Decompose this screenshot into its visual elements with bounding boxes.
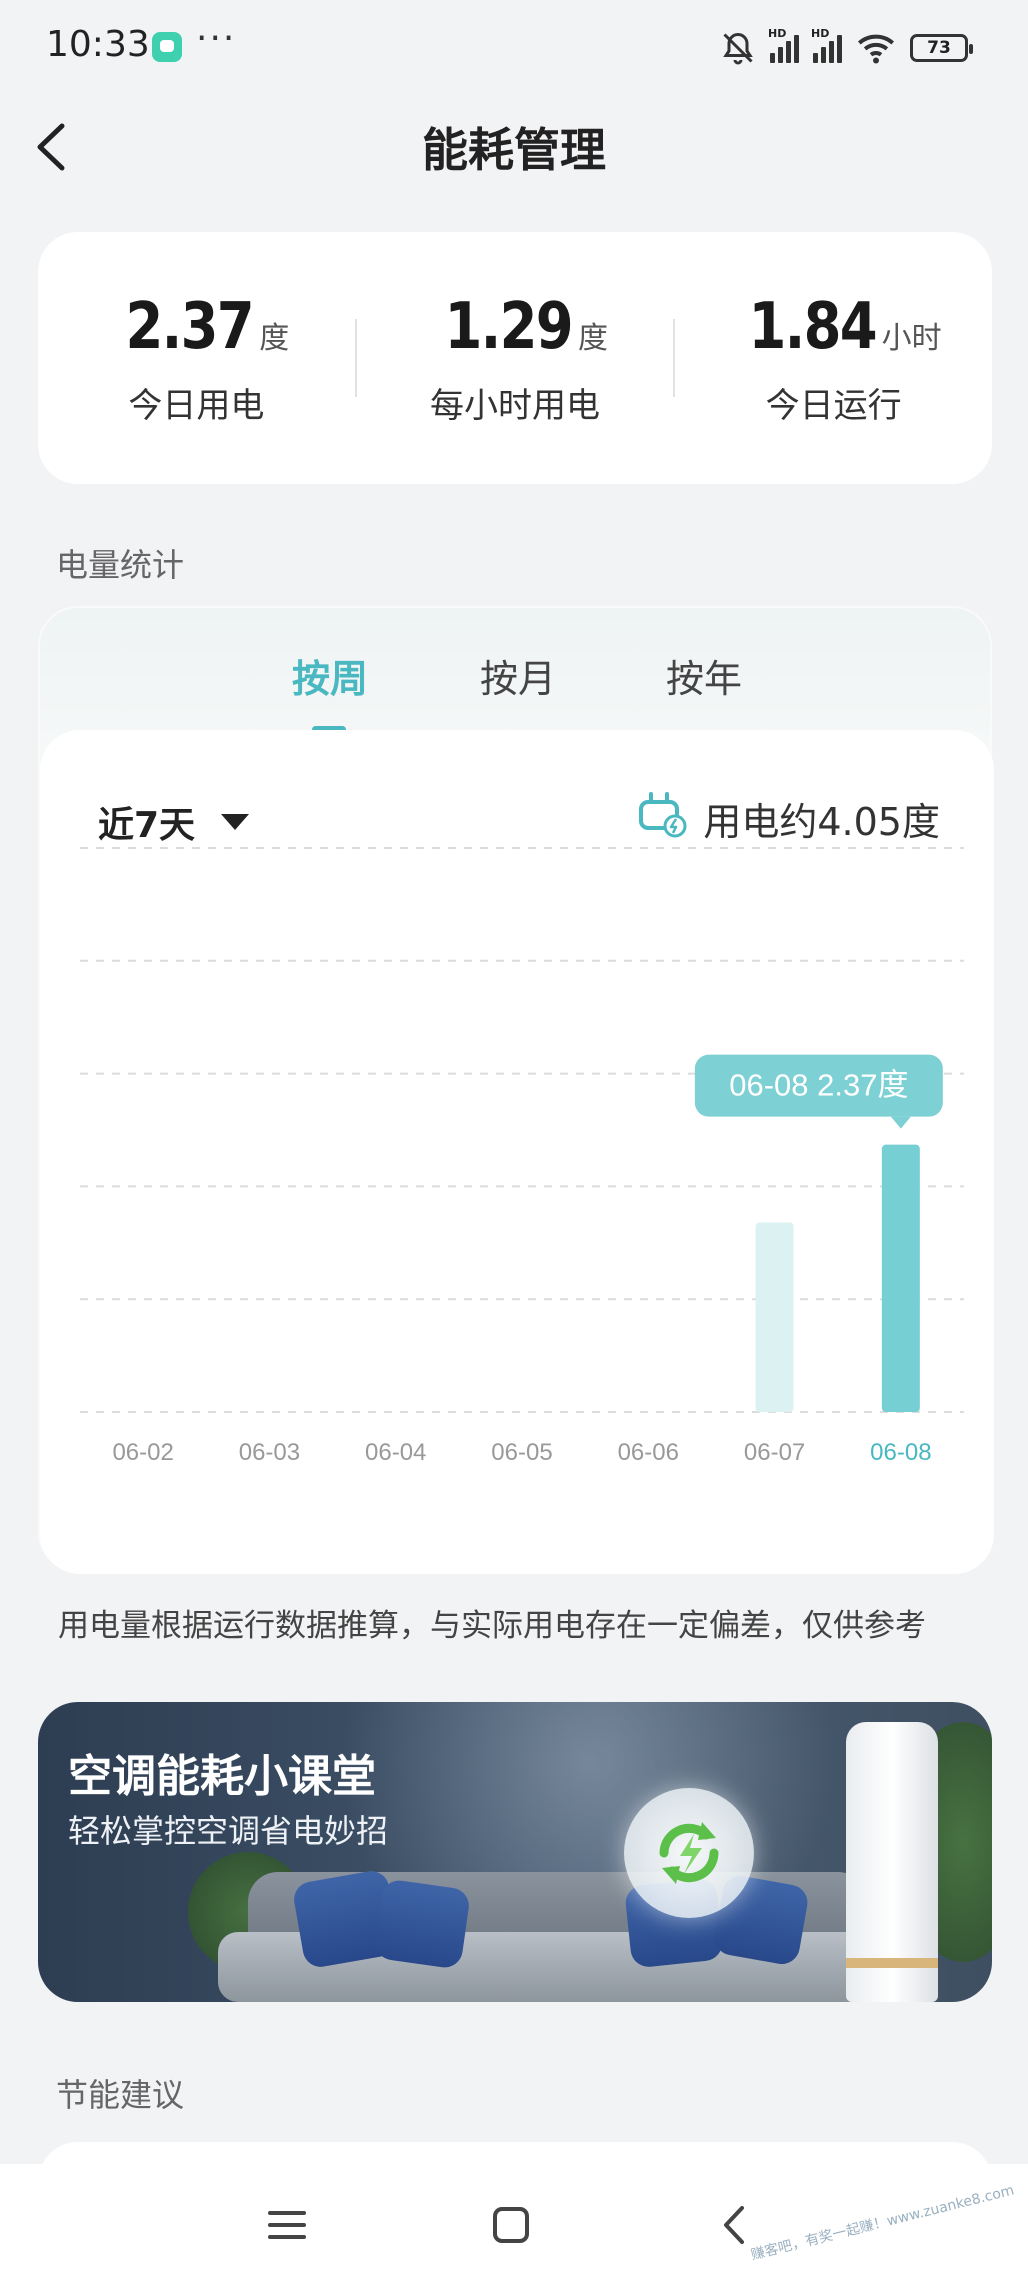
bar-06-07[interactable] [755,1222,794,1412]
stat-unit: 度 [259,320,290,356]
chart-card: 06-02 06-03 06-04 06-05 06-06 06-07 06-08 06-08… [40,730,994,1574]
page-title: 能耗管理 [422,123,606,177]
stat-label: 今日运行 [765,385,902,426]
energy-saving-icon [624,1788,754,1918]
x-tick-label: 06-06 [618,1439,679,1466]
x-tick-label: 06-08 [870,1439,931,1466]
usage-bar-chart: 06-02 06-03 06-04 06-05 06-06 06-07 06-08 06-08… [80,847,964,1466]
section-title-advice: 节能建议 [56,2076,185,2114]
more-notifications-icon: ··· [196,18,237,59]
wifi-icon [858,34,894,64]
stat-runtime: 1.84 小时 今日运行 [675,290,992,427]
stats-card: 按周 按月 按年 06-02 06-03 06-04 06-05 06-06 06-07 0… [38,606,994,1574]
section-title-stats: 电量统计 [56,546,185,584]
air-conditioner-illustration [846,1722,938,2002]
range-label: 近7天 [98,805,196,846]
menu-button[interactable] [252,2190,322,2260]
caret-down-icon [221,814,250,830]
stat-unit: 度 [577,320,608,356]
stat-label: 今日用电 [128,385,265,426]
bar-06-08[interactable] [881,1144,920,1412]
back-arrow-icon [724,2206,744,2244]
status-bar: 10:33 ··· HD HD 73 [0,0,1028,96]
x-tick-label: 06-02 [112,1439,173,1466]
app-notification-icon [152,32,182,62]
stat-value: 2.37 [125,289,255,364]
notifications-off-icon [723,32,753,65]
stat-value: 1.84 [748,289,877,364]
disclaimer-note: 用电量根据运行数据推算，与实际用电存在一定偏差，仅供参考 [58,1608,926,1644]
signal-hd-icon: HD [768,27,799,63]
tab-month[interactable]: 按月 [480,648,556,703]
menu-icon [268,2211,306,2239]
x-tick-label: 06-03 [239,1439,300,1466]
banner-title: 空调能耗小课堂 [68,1751,376,1802]
banner-subtitle: 轻松掌控空调省电妙招 [68,1812,389,1850]
signal-hd-icon: HD [811,27,842,63]
x-tick-label: 06-05 [491,1439,552,1466]
range-selector[interactable]: 近7天 [98,796,250,848]
status-icons: HD HD 73 [720,24,973,72]
plug-icon [635,788,687,849]
x-tick-label: 06-07 [744,1439,805,1466]
battery-icon: 73 [910,34,973,62]
battery-level: 73 [927,38,951,58]
stat-unit: 小时 [881,320,942,356]
tab-week[interactable]: 按周 [292,648,368,703]
home-button[interactable] [476,2190,546,2260]
total-usage: 用电约4.05度 [635,788,940,849]
stat-label: 每小时用电 [430,385,600,426]
total-usage-label: 用电约4.05度 [703,800,940,844]
summary-card: 2.37 度 今日用电 1.29 度 每小时用电 1.84 小时 今日运行 [38,232,992,484]
energy-class-banner[interactable]: 空调能耗小课堂 轻松掌控空调省电妙招 [38,1702,992,2002]
tab-year[interactable]: 按年 [666,648,742,703]
chart-tooltip: 06-08 2.37度 [694,1054,943,1129]
x-tick-label: 06-04 [365,1439,426,1466]
period-tabs: 按周 按月 按年 [40,648,994,733]
home-square-icon [493,2207,529,2243]
pillow [372,1878,472,1970]
header: 能耗管理 [0,96,1028,196]
stat-value: 1.29 [444,289,574,364]
stat-hourly-usage: 1.29 度 每小时用电 [357,290,674,427]
status-time: 10:33 [46,24,150,65]
tooltip-text: 06-08 2.37度 [729,1068,908,1103]
stat-today-usage: 2.37 度 今日用电 [38,290,355,427]
